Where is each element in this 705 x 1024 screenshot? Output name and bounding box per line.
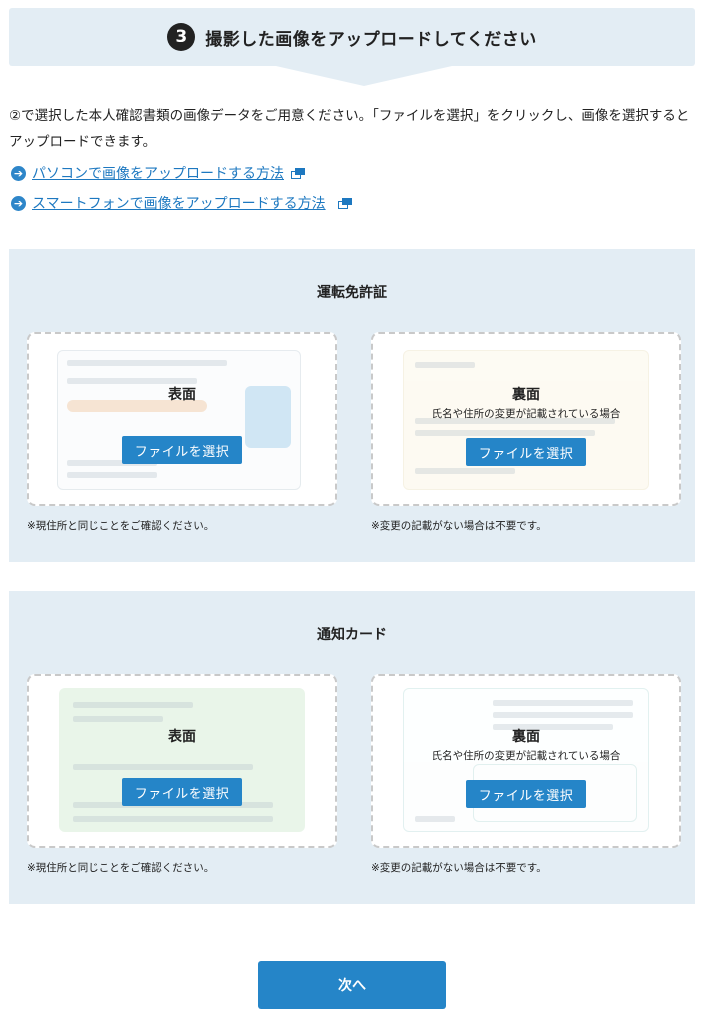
card-note: ※現住所と同じことをご確認ください。 (27, 520, 215, 532)
card-note: ※現住所と同じことをご確認ください。 (27, 862, 215, 874)
card-side-sublabel: 氏名や住所の変更が記載されている場合 (431, 750, 621, 762)
upload-card-notification-front[interactable]: 表面 ファイルを選択 (27, 674, 337, 848)
section-notification-card: 通知カード 表面 ファイルを選択 ※現住所と同じことをご確認ください。 裏面 氏… (9, 591, 695, 904)
card-side-label: 表面 (168, 729, 196, 745)
intro-text: ②で選択した本人確認書類の画像データをご用意ください。「ファイルを選択」をクリッ… (9, 108, 690, 150)
link-label[interactable]: パソコンで画像をアップロードする方法 (32, 163, 284, 183)
external-window-icon (291, 167, 305, 179)
upload-card-license-back[interactable]: 裏面 氏名や住所の変更が記載されている場合 ファイルを選択 (371, 332, 681, 506)
step-number-badge: 3 (167, 23, 196, 51)
step-arrow-pointer (276, 66, 452, 86)
section-title: 運転免許証 (317, 285, 387, 301)
link-pc-upload-howto[interactable]: ➔ パソコンで画像をアップロードする方法 (11, 163, 305, 183)
choose-file-button[interactable]: ファイルを選択 (122, 778, 242, 806)
step-header: 3 撮影した画像をアップロードしてください (9, 8, 695, 66)
arrow-circle-icon: ➔ (11, 165, 26, 181)
external-window-icon (337, 197, 352, 209)
card-side-sublabel: 氏名や住所の変更が記載されている場合 (431, 408, 621, 420)
choose-file-button[interactable]: ファイルを選択 (122, 436, 242, 464)
upload-card-notification-back[interactable]: 裏面 氏名や住所の変更が記載されている場合 ファイルを選択 (371, 674, 681, 848)
link-smartphone-upload-howto[interactable]: ➔ スマートフォンで画像をアップロードする方法 (11, 193, 352, 213)
arrow-circle-icon: ➔ (11, 195, 26, 211)
card-side-label: 裏面 (512, 729, 540, 745)
choose-file-button[interactable]: ファイルを選択 (466, 438, 586, 466)
upload-card-license-front[interactable]: 表面 ファイルを選択 (27, 332, 337, 506)
step-title: 撮影した画像をアップロードしてください (205, 29, 537, 50)
link-label[interactable]: スマートフォンで画像をアップロードする方法 (32, 193, 326, 213)
section-drivers-license: 運転免許証 表面 ファイルを選択 ※現住所と同じことをご確認ください。 裏面 氏… (9, 249, 695, 562)
choose-file-button[interactable]: ファイルを選択 (466, 780, 586, 808)
next-button[interactable]: 次へ (258, 961, 446, 1009)
notification-front-placeholder-image (59, 688, 305, 832)
card-note: ※変更の記載がない場合は不要です。 (371, 862, 547, 874)
card-side-label: 表面 (168, 387, 196, 403)
card-side-label: 裏面 (512, 387, 540, 403)
section-title: 通知カード (317, 627, 387, 643)
card-note: ※変更の記載がない場合は不要です。 (371, 520, 547, 532)
